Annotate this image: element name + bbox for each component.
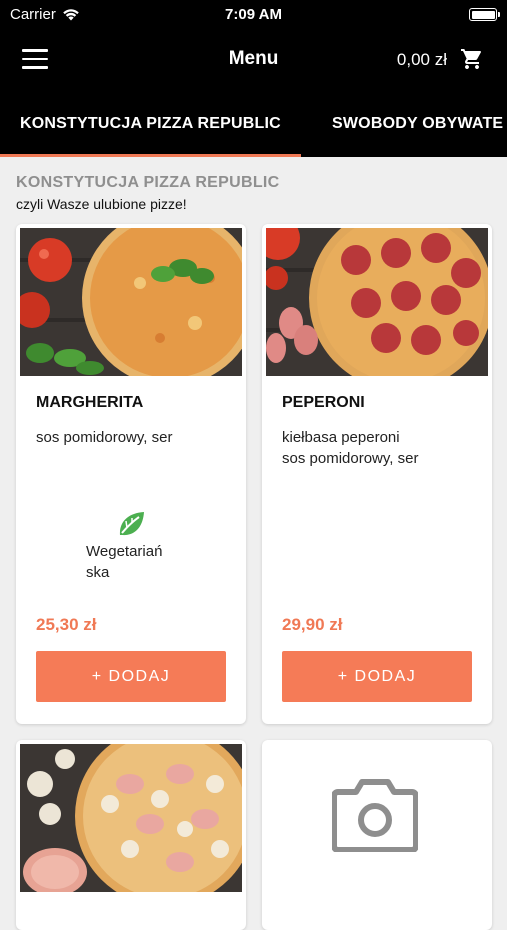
vegetarian-label-text: Wegetariań ska (86, 543, 163, 581)
description-line: sos pomidorowy, ser (282, 450, 419, 467)
product-card-peperoni[interactable]: PEPERONI kiełbasa peperoni sos pomidorow… (262, 224, 492, 724)
cart-total[interactable]: 0,00 zł (397, 50, 447, 70)
product-name: PEPERONI (282, 394, 365, 411)
product-price: 25,30 zł (36, 615, 97, 634)
description-line: kiełbasa peperoni (282, 429, 400, 446)
cart-icon[interactable] (459, 47, 485, 71)
leaf-icon (119, 512, 144, 536)
product-image (20, 228, 242, 376)
vegetarian-label: Wegetariań ska (86, 541, 181, 583)
tab-konstytucja[interactable]: KONSTYTUCJA PIZZA REPUBLIC (0, 90, 301, 157)
add-button[interactable]: + DODAJ (36, 651, 226, 702)
section-title: KONSTYTUCJA PIZZA REPUBLIC (16, 174, 280, 191)
product-name: MARGHERITA (36, 394, 144, 411)
product-card-margherita[interactable]: MARGHERITA sos pomidorowy, ser Wegetaria… (16, 224, 246, 724)
product-image (266, 228, 488, 376)
nav-bar: Menu 0,00 zł (0, 30, 507, 90)
tab-swobody[interactable]: SWOBODY OBYWATE (332, 90, 503, 157)
product-image (20, 744, 242, 892)
add-button[interactable]: + DODAJ (282, 651, 472, 702)
battery-icon (469, 8, 500, 21)
product-description: sos pomidorowy, ser (36, 429, 173, 446)
product-card-3[interactable] (16, 740, 246, 930)
section-subtitle: czyli Wasze ulubione pizze! (16, 196, 187, 212)
camera-placeholder-icon (332, 779, 418, 852)
category-tabs: KONSTYTUCJA PIZZA REPUBLIC SWOBODY OBYWA… (0, 90, 507, 157)
product-description: kiełbasa peperoni sos pomidorowy, ser (282, 427, 418, 469)
clock: 7:09 AM (225, 6, 282, 23)
product-card-4[interactable] (262, 740, 492, 930)
product-price: 29,90 zł (282, 615, 343, 634)
status-bar: Carrier 7:09 AM (0, 0, 507, 30)
